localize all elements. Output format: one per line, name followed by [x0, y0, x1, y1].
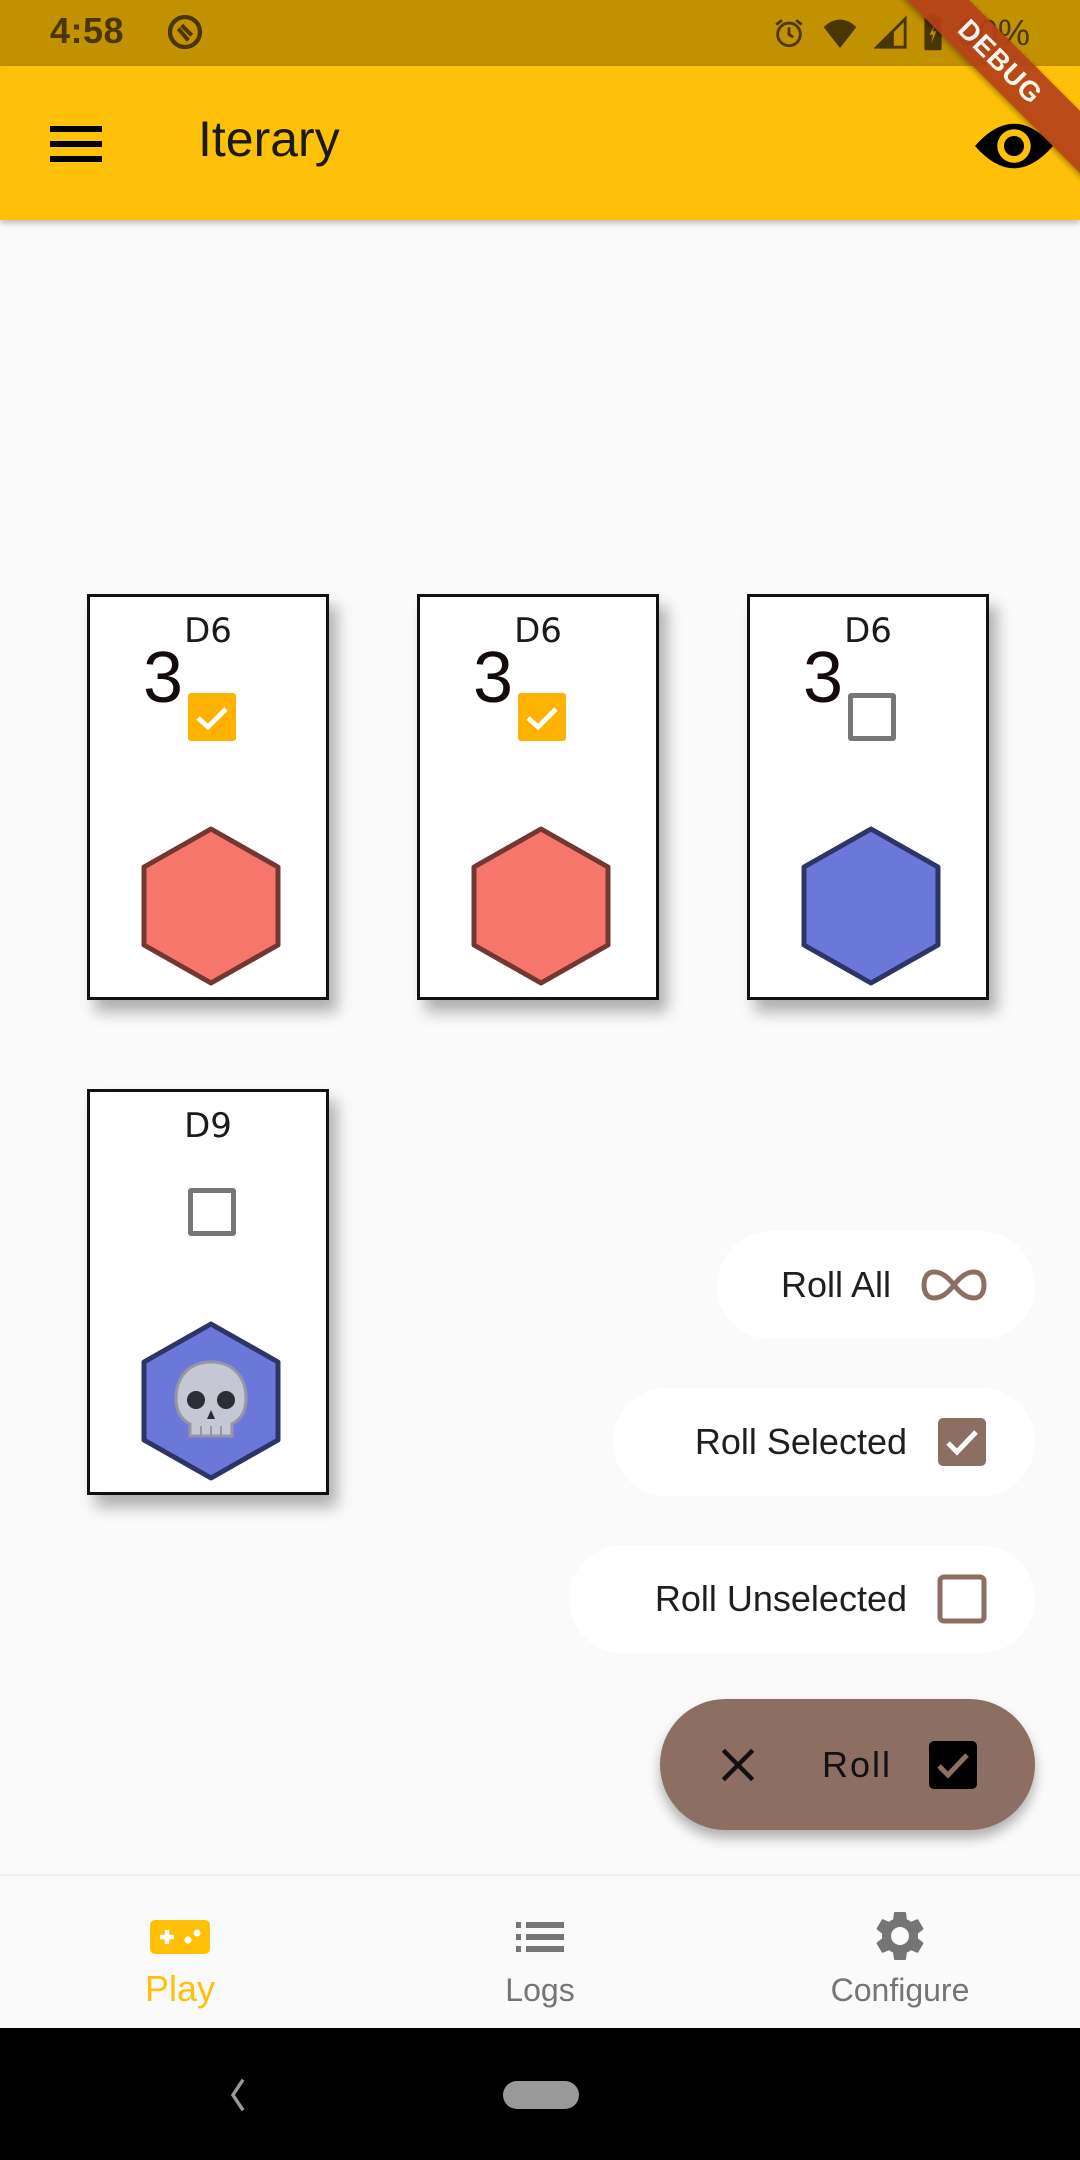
- close-icon[interactable]: [716, 1743, 760, 1787]
- roll-all-button[interactable]: Roll All: [717, 1231, 1035, 1339]
- die-select-checkbox[interactable]: [188, 1188, 236, 1236]
- wifi-icon: [823, 19, 857, 48]
- skull-icon: [174, 1360, 248, 1438]
- hamburger-menu-icon[interactable]: [50, 126, 102, 162]
- roll-label: Roll: [822, 1743, 893, 1785]
- die-hexagon-icon: [471, 826, 611, 986]
- die-label: D9: [184, 1106, 232, 1146]
- bottom-nav: Play Logs Configure: [0, 1874, 1080, 2030]
- die-card[interactable]: D6 3: [417, 594, 659, 1000]
- infinity-icon: [921, 1269, 987, 1301]
- die-hexagon-icon: [801, 826, 941, 986]
- nav-item-play[interactable]: Play: [0, 1876, 360, 2030]
- roll-unselected-button[interactable]: Roll Unselected: [569, 1545, 1035, 1653]
- roll-unselected-label: Roll Unselected: [654, 1578, 907, 1619]
- die-card[interactable]: D9: [87, 1089, 329, 1495]
- back-icon[interactable]: [228, 2078, 248, 2112]
- roll-fab[interactable]: Roll: [660, 1699, 1035, 1830]
- die-hexagon-icon: [141, 826, 281, 986]
- nav-item-configure[interactable]: Configure: [720, 1876, 1080, 2030]
- nav-label: Logs: [505, 1972, 575, 2008]
- die-value: 3: [472, 638, 514, 718]
- cell-signal-icon: [873, 16, 907, 49]
- alarm-icon: [775, 19, 803, 48]
- app-bar: Iterary: [0, 66, 1080, 220]
- status-time: 4:58: [50, 10, 125, 51]
- gamepad-icon: [150, 1920, 210, 1954]
- checkbox-checked-icon: [929, 1740, 978, 1789]
- die-value: 3: [802, 638, 844, 718]
- roll-selected-button[interactable]: Roll Selected: [613, 1388, 1035, 1496]
- list-icon: [516, 1922, 564, 1952]
- checkbox-empty-icon: [937, 1574, 987, 1624]
- nav-item-logs[interactable]: Logs: [360, 1876, 720, 2030]
- checkbox-checked-icon: [938, 1418, 986, 1466]
- home-pill-button[interactable]: [503, 2081, 579, 2109]
- system-nav-bar: [0, 2028, 1080, 2160]
- nav-label: Play: [144, 1968, 216, 2009]
- die-value: 3: [142, 638, 184, 718]
- gear-icon: [876, 1912, 924, 1960]
- roll-selected-label: Roll Selected: [694, 1421, 907, 1462]
- nav-label: Configure: [830, 1972, 970, 2008]
- die-card[interactable]: D6 3: [747, 594, 989, 1000]
- at-sign-icon: [167, 14, 203, 50]
- app-title: Iterary: [198, 111, 340, 167]
- die-card[interactable]: D6 3: [87, 594, 329, 1000]
- roll-all-label: Roll All: [780, 1264, 891, 1305]
